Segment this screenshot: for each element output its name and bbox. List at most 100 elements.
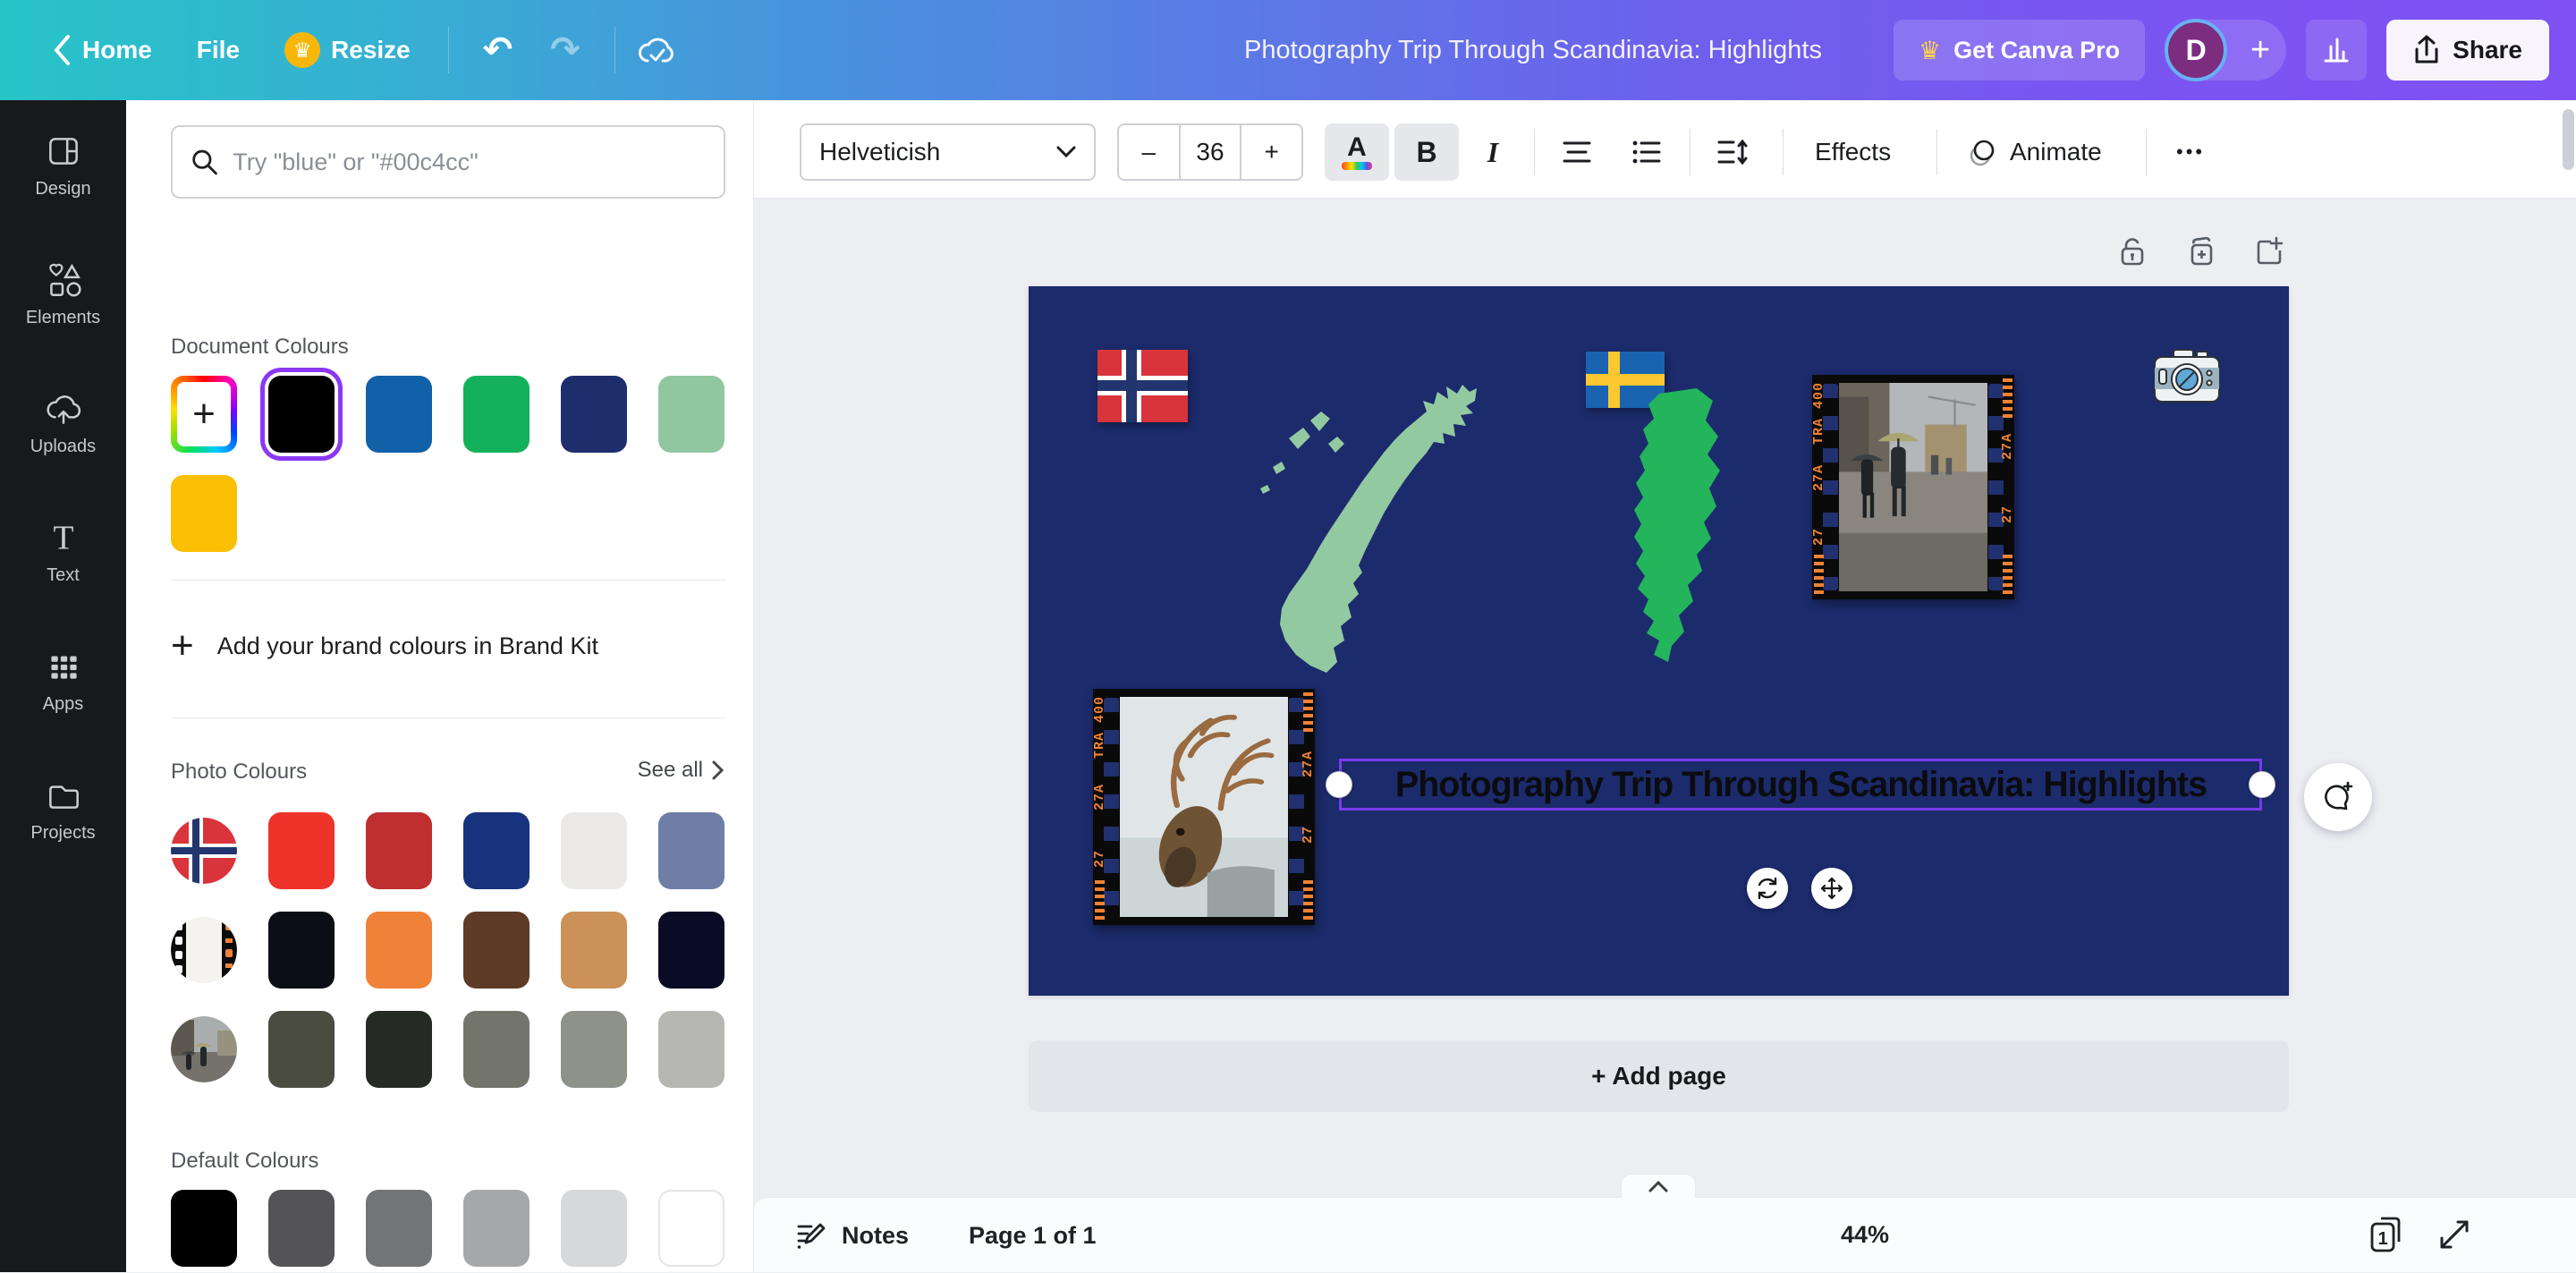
- sidebar-item-projects[interactable]: Projects: [0, 744, 126, 873]
- text-colour-button[interactable]: A: [1325, 123, 1389, 181]
- share-button[interactable]: Share: [2386, 20, 2549, 81]
- page-title-text[interactable]: Photography Trip Through Scandinavia: Hi…: [1394, 765, 2206, 805]
- film-barcode: [1814, 555, 1824, 596]
- grid-view-button[interactable]: 1: [2363, 1197, 2410, 1272]
- film-frame-label: 27: [1301, 826, 1316, 844]
- effects-button[interactable]: Effects: [1815, 123, 1891, 181]
- colour-swatch[interactable]: [561, 1011, 627, 1088]
- norway-flag-element[interactable]: [1097, 350, 1188, 422]
- colour-swatch[interactable]: [561, 376, 627, 453]
- document-title[interactable]: Photography Trip Through Scandinavia: Hi…: [1244, 0, 1822, 100]
- sidebar-item-elements[interactable]: Elements: [0, 229, 126, 358]
- resize-button[interactable]: ♛ Resize: [268, 20, 427, 81]
- font-size-value[interactable]: 36: [1179, 125, 1242, 179]
- sidebar-item-uploads[interactable]: Uploads: [0, 358, 126, 487]
- plus-icon: +: [177, 382, 231, 446]
- colour-swatch[interactable]: [268, 1190, 335, 1267]
- list-button[interactable]: [1614, 123, 1679, 181]
- colour-swatch[interactable]: [463, 1190, 530, 1267]
- sidebar-item-design[interactable]: Design: [0, 100, 126, 229]
- spacing-button[interactable]: [1700, 123, 1765, 181]
- colour-swatch[interactable]: [658, 812, 724, 889]
- collapse-bar-button[interactable]: [1621, 1174, 1696, 1198]
- undo-button[interactable]: ↶: [470, 30, 526, 71]
- norway-map-element[interactable]: [1221, 381, 1480, 676]
- film-strip-photo-thumb[interactable]: [171, 917, 237, 983]
- selection-handle-right[interactable]: [2249, 771, 2275, 798]
- lock-button[interactable]: [2111, 230, 2154, 273]
- film-frame-label: 27: [1811, 528, 1826, 546]
- uploads-icon: [43, 388, 84, 429]
- animate-button[interactable]: Animate: [1967, 123, 2102, 181]
- colour-swatch[interactable]: [658, 1011, 724, 1088]
- home-button[interactable]: Home: [36, 21, 168, 79]
- street-film-photo-element[interactable]: TRA 400 27A 27: [1812, 375, 2014, 599]
- colour-swatch[interactable]: [366, 1011, 432, 1088]
- photo-colours-grid: [171, 812, 736, 1088]
- scrollbar-thumb[interactable]: [2563, 109, 2574, 170]
- bold-button[interactable]: B: [1394, 123, 1459, 181]
- rotate-handle[interactable]: [1747, 868, 1788, 909]
- colour-swatch[interactable]: [658, 376, 724, 453]
- sidebar-item-text[interactable]: T Text: [0, 487, 126, 615]
- get-canva-pro-button[interactable]: ♛ Get Canva Pro: [1894, 20, 2145, 81]
- duplicate-page-button[interactable]: [2179, 230, 2222, 273]
- colour-swatch[interactable]: [366, 376, 432, 453]
- colour-swatch[interactable]: [366, 812, 432, 889]
- colour-swatch[interactable]: [463, 1011, 530, 1088]
- camera-sticker-element[interactable]: [2152, 346, 2222, 405]
- alignment-button[interactable]: [1545, 123, 1609, 181]
- italic-button[interactable]: I: [1461, 123, 1525, 181]
- street-photo-thumb[interactable]: [171, 1016, 237, 1082]
- rotate-icon: [1755, 876, 1780, 901]
- add-comment-button[interactable]: [2304, 763, 2372, 831]
- redo-button[interactable]: ↷: [538, 30, 593, 71]
- sidebar-item-apps[interactable]: Apps: [0, 615, 126, 744]
- more-options-button[interactable]: •••: [2176, 123, 2205, 181]
- norway-flag-photo-thumb[interactable]: [171, 818, 237, 884]
- add-page-icon-button[interactable]: [2247, 230, 2290, 273]
- colour-swatch[interactable]: [171, 475, 237, 552]
- colour-swatch[interactable]: [268, 376, 335, 453]
- add-page-button[interactable]: + Add page: [1029, 1040, 2289, 1112]
- colour-swatch[interactable]: [561, 912, 627, 989]
- move-handle[interactable]: [1811, 868, 1852, 909]
- design-page[interactable]: TRA 400 27A 27: [1029, 286, 2289, 996]
- fullscreen-button[interactable]: [2435, 1197, 2474, 1272]
- colour-swatch[interactable]: [366, 912, 432, 989]
- sweden-map-element[interactable]: [1602, 386, 1765, 671]
- colour-swatch[interactable]: [366, 1190, 432, 1267]
- colour-swatch[interactable]: [561, 1190, 627, 1267]
- add-brand-colours-button[interactable]: + Add your brand colours in Brand Kit: [171, 612, 725, 680]
- colour-swatch[interactable]: [171, 1190, 237, 1267]
- colour-swatch[interactable]: [268, 812, 335, 889]
- notes-icon: [795, 1219, 827, 1252]
- colour-swatch[interactable]: [658, 1190, 724, 1267]
- colour-search[interactable]: [171, 125, 725, 199]
- see-all-link[interactable]: See all: [638, 758, 724, 783]
- page-indicator[interactable]: Page 1 of 1: [969, 1198, 1097, 1273]
- text-toolbar: Helveticish – 36 + A B I Eff: [754, 100, 2576, 199]
- reindeer-film-photo-element[interactable]: TRA 400 27A 27: [1093, 689, 1315, 925]
- selection-handle-left[interactable]: [1326, 771, 1352, 798]
- colour-search-input[interactable]: [233, 149, 706, 176]
- colour-swatch[interactable]: [463, 812, 530, 889]
- colour-swatch[interactable]: [463, 912, 530, 989]
- colour-swatch[interactable]: [463, 376, 530, 453]
- film-barcode: [1303, 880, 1313, 921]
- file-button[interactable]: File: [181, 23, 256, 77]
- plus-icon[interactable]: +: [2250, 19, 2270, 81]
- avatar[interactable]: D: [2165, 19, 2227, 81]
- colour-swatch[interactable]: [268, 912, 335, 989]
- notes-button[interactable]: Notes: [795, 1198, 909, 1273]
- insights-button[interactable]: [2306, 20, 2367, 81]
- colour-swatch[interactable]: [658, 912, 724, 989]
- zoom-value[interactable]: 44%: [1841, 1197, 1889, 1272]
- add-new-colour-button[interactable]: +: [171, 376, 237, 453]
- selected-text-element[interactable]: Photography Trip Through Scandinavia: Hi…: [1339, 759, 2262, 810]
- colour-swatch[interactable]: [561, 812, 627, 889]
- font-size-decrease-button[interactable]: –: [1119, 125, 1179, 179]
- font-family-selector[interactable]: Helveticish: [800, 123, 1096, 181]
- font-size-increase-button[interactable]: +: [1241, 125, 1301, 179]
- colour-swatch[interactable]: [268, 1011, 335, 1088]
